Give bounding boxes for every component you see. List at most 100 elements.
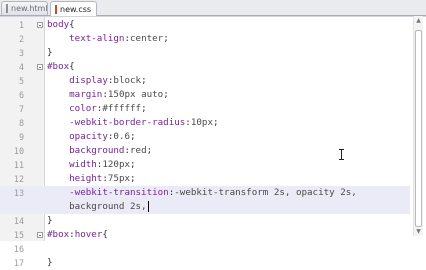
code-token: 75px <box>107 173 131 184</box>
scroll-thumb[interactable] <box>415 30 422 227</box>
vertical-scrollbar[interactable]: ▲ ▼ <box>413 16 423 236</box>
code-token: display <box>47 75 108 86</box>
code-token: } <box>47 257 53 268</box>
code-text: -webkit-transition:-webkit-transform 2s,… <box>47 186 357 200</box>
code-token: #box <box>47 229 70 240</box>
scroll-up-arrow-icon[interactable]: ▲ <box>415 17 422 24</box>
line-number: 1 <box>18 20 24 30</box>
code-token: ; <box>130 131 136 142</box>
code-token: ; <box>130 159 136 170</box>
code-line[interactable]: 13 -webkit-transition:-webkit-transform … <box>0 186 410 200</box>
line-number: 5 <box>18 76 24 86</box>
code-token: { <box>69 19 75 30</box>
code-text: } <box>47 214 53 228</box>
line-number: 11 <box>13 160 24 170</box>
html-file-icon <box>6 4 8 13</box>
code-text: height:75px; <box>47 172 136 186</box>
text-caret <box>148 201 149 212</box>
code-token: ; <box>163 33 169 44</box>
code-token: text-align <box>47 33 125 44</box>
code-token: -webkit-transition <box>47 187 169 198</box>
code-token: #box <box>47 61 70 72</box>
code-token: -webkit-border-radius <box>47 117 186 128</box>
fold-collapse-icon[interactable] <box>37 64 43 70</box>
code-text: -webkit-border-radius:10px; <box>47 116 219 130</box>
code-text: } <box>47 46 53 60</box>
code-text: opacity:0.6; <box>47 130 136 144</box>
code-token: background <box>47 145 125 156</box>
line-number: 10 <box>13 146 24 156</box>
line-number: 6 <box>18 90 24 100</box>
code-token: } <box>47 215 53 226</box>
code-token: -webkit-transform 2s, opacity 2s, <box>174 187 357 198</box>
code-text: display:block; <box>47 74 147 88</box>
code-line[interactable]: 8 -webkit-border-radius:10px; <box>0 116 410 130</box>
code-token: background 2s, <box>47 201 147 212</box>
code-line[interactable]: 4 #box{ <box>0 60 410 74</box>
code-token: width <box>47 159 97 170</box>
code-line[interactable]: 3} <box>0 46 410 60</box>
line-number: 14 <box>13 216 24 226</box>
scroll-down-arrow-icon[interactable]: ▼ <box>415 228 422 235</box>
tab-new-html[interactable]: new.html <box>1 1 48 15</box>
code-line[interactable]: 12 height:75px; <box>0 172 410 186</box>
tab-label: new.html <box>11 4 48 13</box>
code-token: } <box>47 47 53 58</box>
line-number: 17 <box>13 258 24 268</box>
line-number: 3 <box>18 48 24 58</box>
css-file-icon <box>55 4 57 14</box>
code-line[interactable]: 1 body{ <box>0 18 410 32</box>
code-token: ; <box>146 145 153 156</box>
code-token: 120px <box>102 159 131 170</box>
code-token: { <box>69 61 75 72</box>
code-token: height <box>47 173 103 184</box>
line-number: 8 <box>18 118 24 128</box>
code-line[interactable]: 9 opacity:0.6; <box>0 130 410 144</box>
code-text: width:120px; <box>47 158 136 172</box>
code-text: color:#ffffff; <box>47 102 147 116</box>
code-token: margin <box>47 89 103 100</box>
code-token: ; <box>163 89 169 100</box>
code-text: body{ <box>47 18 75 32</box>
code-text: } <box>47 256 53 270</box>
code-text: #box{ <box>47 60 75 74</box>
line-number: 13 <box>13 188 24 198</box>
code-text: text-align:center; <box>47 32 169 46</box>
tab-label: new.css <box>60 4 92 14</box>
fold-collapse-icon[interactable] <box>37 232 43 238</box>
code-line[interactable]: 5 display:block; <box>0 74 410 88</box>
code-text: background 2s, <box>47 200 147 214</box>
code-line[interactable]: 17} <box>0 256 410 270</box>
code-token: center <box>130 33 164 44</box>
code-token: ; <box>212 117 219 128</box>
code-token: opacity <box>47 131 108 142</box>
code-line[interactable]: 2 text-align:center; <box>0 32 410 46</box>
code-text: background:red; <box>47 144 152 158</box>
line-number: 7 <box>18 104 24 114</box>
text-cursor-icon <box>339 149 344 160</box>
code-token: body <box>47 19 70 30</box>
code-editor[interactable]: 1 body{2 text-align:center; 3} 4 #box{5 disp… <box>0 16 426 268</box>
code-token: red <box>130 145 147 156</box>
code-token: 150px auto <box>107 89 164 100</box>
code-token: hover <box>74 229 103 240</box>
code-text: margin:150px auto; <box>47 88 169 102</box>
code-line[interactable]: 7 color:#ffffff; <box>0 102 410 116</box>
code-line[interactable]: 6 margin:150px auto; <box>0 88 410 102</box>
code-token: ; <box>130 173 136 184</box>
line-number: 2 <box>18 34 24 44</box>
code-line[interactable]: background 2s, <box>0 200 410 214</box>
code-token: { <box>102 229 108 240</box>
code-token: ; <box>141 103 147 114</box>
code-line[interactable]: 10 background:red; <box>0 144 410 158</box>
code-line[interactable]: 11 width:120px; <box>0 158 410 172</box>
code-token: color <box>47 103 97 114</box>
code-line[interactable]: 14} <box>0 214 410 228</box>
code-token: block <box>113 75 142 86</box>
code-line[interactable]: 16 <box>0 242 410 256</box>
code-token: 10px <box>190 117 213 128</box>
line-number: 12 <box>13 174 24 184</box>
tab-new-css[interactable]: new.css <box>50 1 97 16</box>
fold-collapse-icon[interactable] <box>37 22 43 28</box>
tab-bar: new.html new.css <box>0 0 426 16</box>
